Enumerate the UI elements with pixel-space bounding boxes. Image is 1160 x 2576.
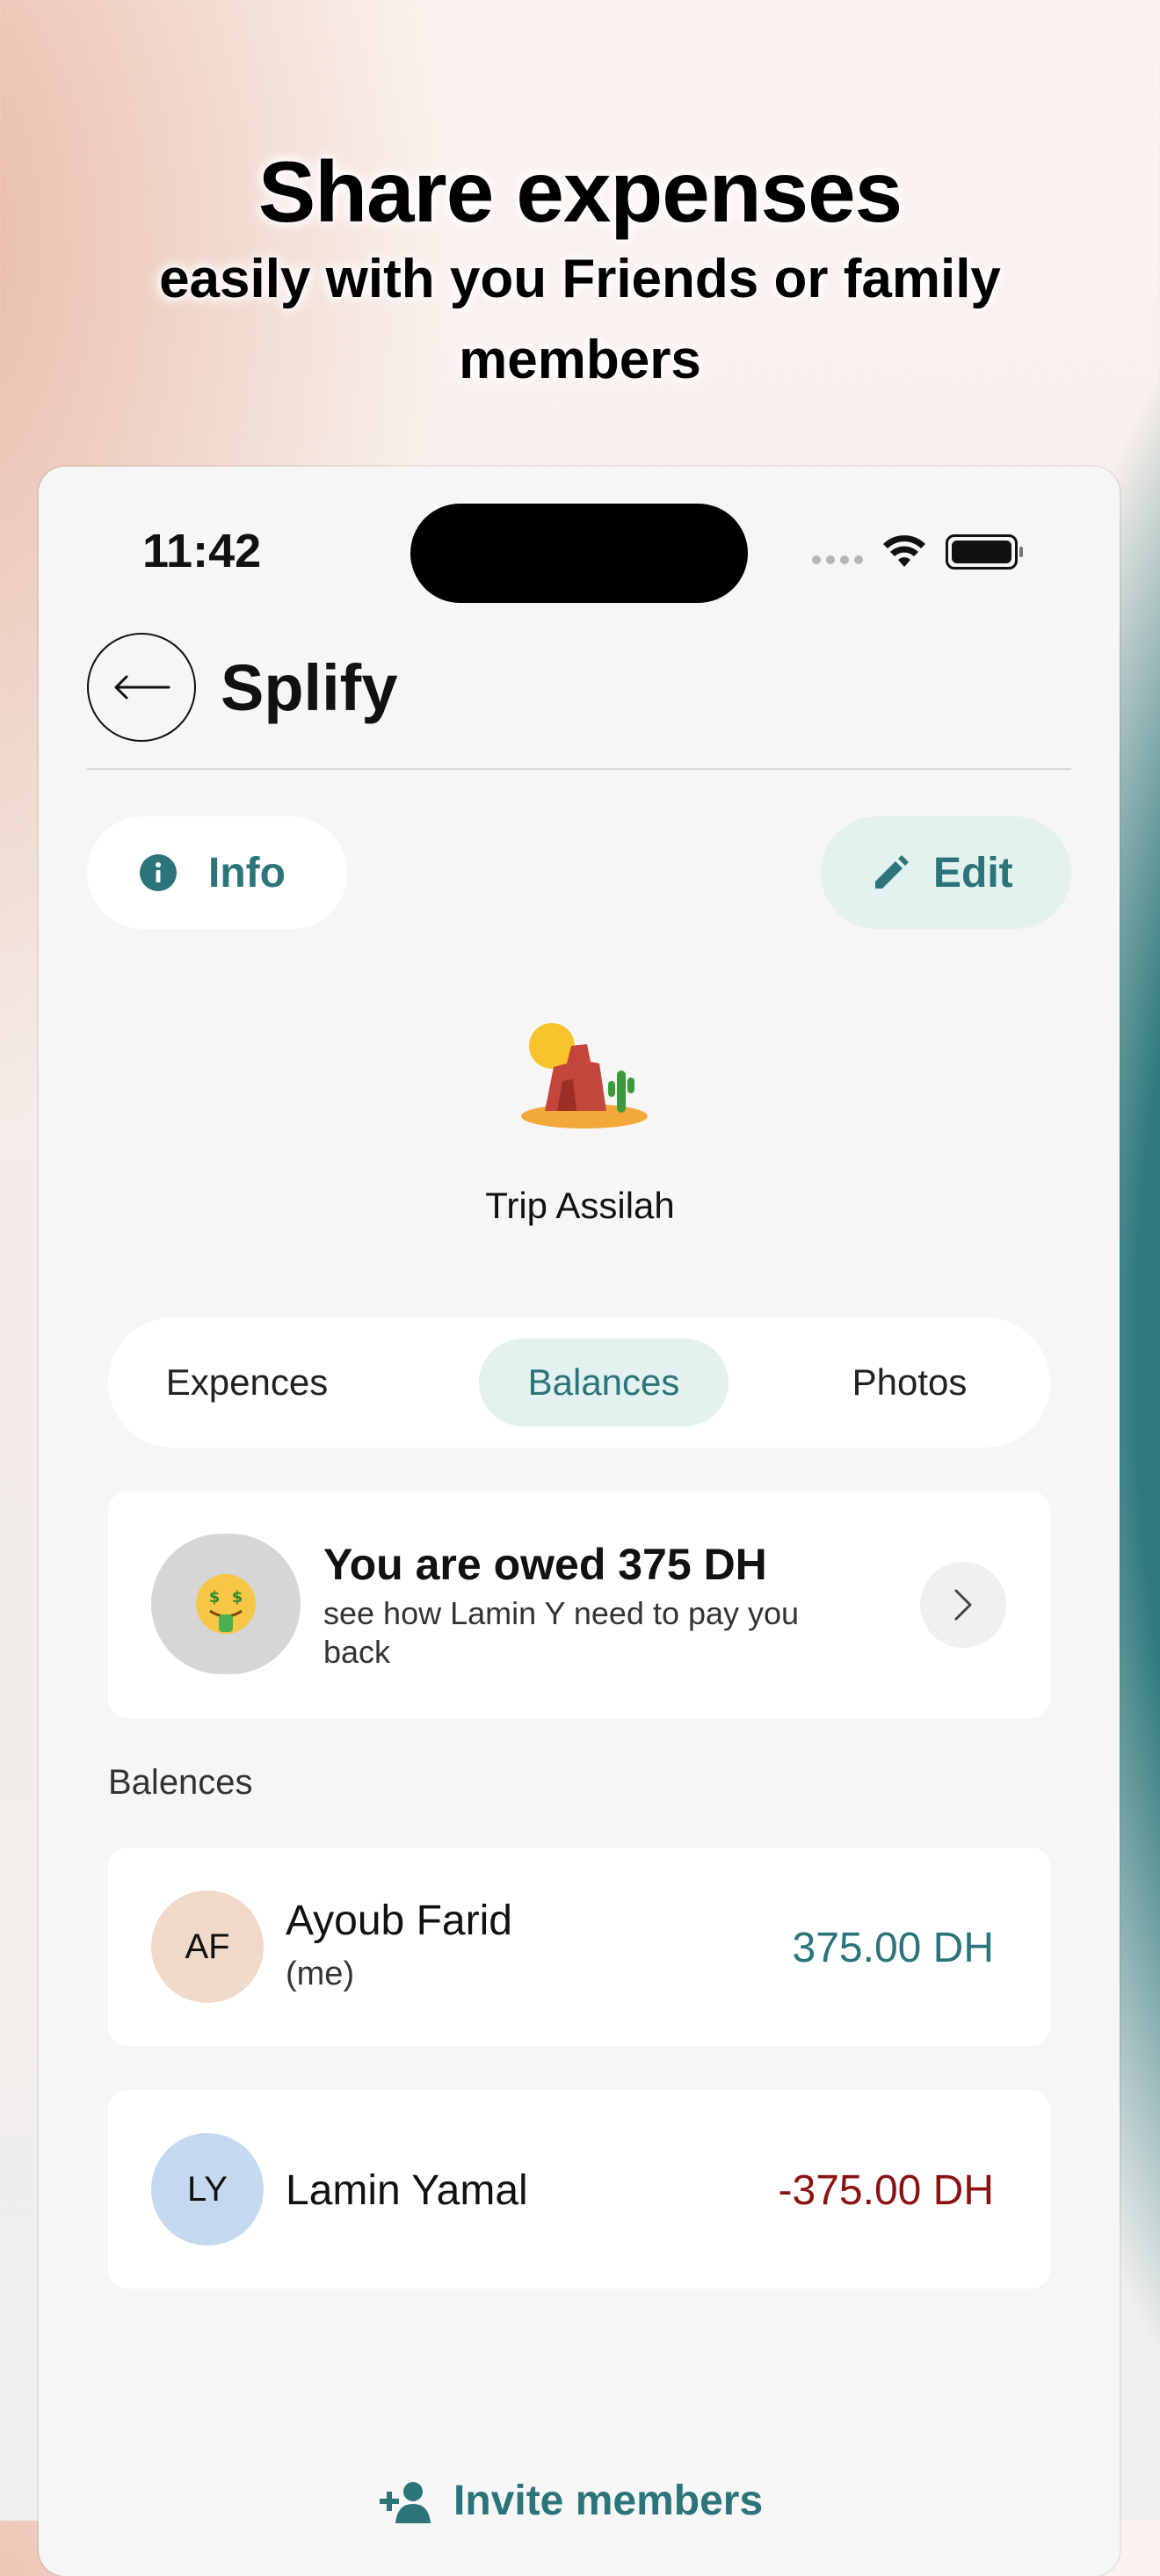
app-title: Splify bbox=[221, 651, 398, 724]
member-note: (me) bbox=[286, 1956, 355, 1992]
wifi-icon bbox=[883, 535, 925, 567]
svg-text:$: $ bbox=[209, 1588, 221, 1607]
money-mouth-face-icon: $ $ bbox=[196, 1574, 256, 1634]
tab-expences[interactable]: Expences bbox=[143, 1339, 351, 1426]
back-button[interactable] bbox=[87, 633, 196, 742]
avatar: AF bbox=[151, 1890, 264, 2003]
arrow-left-icon bbox=[114, 675, 170, 700]
info-button[interactable]: Info bbox=[87, 816, 347, 929]
member-name: Ayoub Farid bbox=[286, 1898, 512, 1944]
avatar: LY bbox=[151, 2133, 264, 2246]
cellular-signal-icon bbox=[812, 555, 863, 564]
svg-text:$: $ bbox=[232, 1588, 243, 1607]
member-name: Lamin Yamal bbox=[286, 2167, 528, 2214]
chevron-right-icon bbox=[954, 1589, 972, 1621]
balance-row[interactable]: LY Lamin Yamal -375.00 DH bbox=[108, 2090, 1050, 2289]
balance-amount: 375.00 DH bbox=[792, 1925, 994, 1971]
battery-icon bbox=[946, 534, 1023, 570]
group-name: Trip Assilah bbox=[485, 1185, 675, 1226]
balance-row[interactable]: AF Ayoub Farid (me) 375.00 DH bbox=[108, 1847, 1050, 2046]
status-icons bbox=[812, 534, 1023, 570]
hero-subtitle: easily with you Friends or family member… bbox=[159, 249, 1001, 390]
pencil-icon bbox=[875, 855, 909, 889]
invite-members-button[interactable]: Invite members bbox=[378, 2477, 763, 2525]
tab-balances[interactable]: Balances bbox=[479, 1339, 729, 1426]
hero-title: Share expenses bbox=[257, 143, 903, 240]
desert-emoji-icon bbox=[521, 1023, 648, 1128]
dynamic-island bbox=[410, 504, 748, 603]
owed-subtitle: see how Lamin Y need to pay you back bbox=[323, 1595, 800, 1670]
balances-section-label: Balences bbox=[108, 1763, 253, 1802]
invite-label: Invite members bbox=[453, 2478, 764, 2524]
chevron-right-button[interactable] bbox=[920, 1562, 1006, 1648]
edit-label: Edit bbox=[933, 849, 1013, 896]
info-icon bbox=[140, 854, 177, 891]
owed-summary-card[interactable]: $ $ You are owed 375 DH see how Lamin Y … bbox=[108, 1491, 1050, 1718]
segmented-tabs: Expences Balances Photos bbox=[108, 1317, 1050, 1448]
add-person-icon bbox=[380, 2481, 431, 2523]
tab-photos[interactable]: Photos bbox=[811, 1339, 1008, 1426]
status-time: 11:42 bbox=[142, 525, 262, 577]
nav-bar: Splify bbox=[87, 633, 1071, 770]
hero-heading: Share expenses easily with you Friends o… bbox=[0, 141, 1160, 401]
info-label: Info bbox=[208, 849, 286, 896]
balance-amount: -375.00 DH bbox=[778, 2167, 994, 2214]
edit-button[interactable]: Edit bbox=[821, 816, 1071, 929]
money-face-avatar: $ $ bbox=[151, 1534, 301, 1674]
owed-title: You are owed 375 DH bbox=[323, 1540, 767, 1589]
